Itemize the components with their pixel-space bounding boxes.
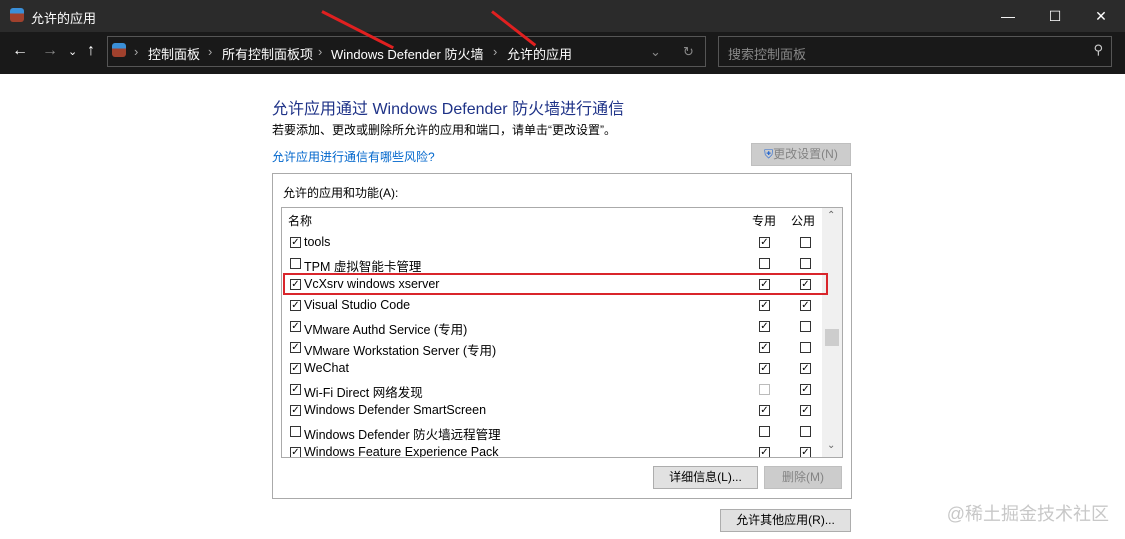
firewall-icon [10, 8, 24, 22]
list-item[interactable]: ✓ Windows Feature Experience Pack ✓ ✓ [282, 442, 822, 458]
page-description: 若要添加、更改或删除所允许的应用和端口，请单击“更改设置”。 [272, 123, 616, 137]
list-item[interactable]: TPM 虚拟智能卡管理 [282, 253, 822, 274]
crumb-all-items[interactable]: 所有控制面板项 [222, 44, 313, 63]
public-checkbox[interactable] [800, 426, 811, 437]
enabled-checkbox[interactable]: ✓ [290, 237, 301, 248]
private-checkbox[interactable] [759, 258, 770, 269]
enabled-checkbox[interactable]: ✓ [290, 321, 301, 332]
address-bar-area: ← → ⌄ ↑ › 控制面板 › 所有控制面板项 › Windows Defen… [0, 32, 1125, 74]
app-name: Windows Feature Experience Pack [304, 445, 499, 458]
back-icon[interactable]: ← [12, 42, 28, 60]
close-button[interactable]: ✕ [1078, 0, 1124, 32]
search-input[interactable]: 搜索控制面板 ⚲ [718, 36, 1112, 67]
list-label: 允许的应用和功能(A): [283, 186, 399, 200]
crumb-control-panel[interactable]: 控制面板 [148, 44, 200, 63]
enabled-checkbox[interactable]: ✓ [290, 363, 301, 374]
recent-chevron-icon[interactable]: ⌄ [68, 45, 77, 58]
app-name: Wi-Fi Direct 网络发现 [304, 386, 423, 400]
page-title: 允许应用通过 Windows Defender 防火墙进行通信 [272, 101, 625, 118]
risk-link[interactable]: 允许应用进行通信有哪些风险? [272, 148, 435, 165]
app-name: Windows Defender SmartScreen [304, 403, 487, 417]
minimize-button[interactable]: — [985, 0, 1031, 32]
app-name: WeChat [304, 361, 349, 375]
public-checkbox[interactable] [800, 258, 811, 269]
private-checkbox[interactable] [759, 384, 770, 395]
details-button[interactable]: 详细信息(L)... [653, 466, 758, 489]
private-checkbox[interactable]: ✓ [759, 405, 770, 416]
public-checkbox[interactable]: ✓ [800, 363, 811, 374]
private-checkbox[interactable]: ✓ [759, 300, 770, 311]
crumb-firewall[interactable]: Windows Defender 防火墙 [331, 44, 483, 63]
enabled-checkbox[interactable] [290, 258, 301, 269]
public-checkbox[interactable]: ✓ [800, 405, 811, 416]
private-checkbox[interactable]: ✓ [759, 363, 770, 374]
list-item[interactable]: ✓ Wi-Fi Direct 网络发现 ✓ [282, 379, 822, 400]
allow-other-app-button[interactable]: 允许其他应用(R)... [720, 509, 851, 532]
dropdown-chevron-icon[interactable]: ⌄ [650, 44, 661, 60]
list-item[interactable]: ✓ WeChat ✓ ✓ [282, 358, 822, 379]
enabled-checkbox[interactable]: ✓ [290, 447, 301, 457]
private-checkbox[interactable]: ✓ [759, 321, 770, 332]
app-name: tools [304, 235, 331, 249]
delete-button[interactable]: 删除(M) [764, 466, 842, 489]
app-name: Windows Defender 防火墙远程管理 [304, 428, 501, 442]
enabled-checkbox[interactable]: ✓ [290, 342, 301, 353]
public-checkbox[interactable] [800, 237, 811, 248]
public-checkbox[interactable]: ✓ [800, 300, 811, 311]
app-name: Visual Studio Code [304, 298, 411, 312]
list-item[interactable]: ✓ Visual Studio Code ✓ ✓ [282, 295, 822, 316]
watermark: @稀土掘金技术社区 [946, 504, 1109, 524]
list-header: 名称 专用 公用 [282, 208, 822, 230]
highlight-box [283, 273, 828, 295]
change-settings-button[interactable]: ⛨更改设置(N) [751, 143, 851, 166]
list-item[interactable]: ✓ VMware Workstation Server (专用) ✓ [282, 337, 822, 358]
public-checkbox[interactable]: ✓ [800, 447, 811, 457]
private-checkbox[interactable] [759, 426, 770, 437]
up-icon[interactable]: ↑ [87, 42, 95, 60]
private-checkbox[interactable]: ✓ [759, 342, 770, 353]
maximize-button[interactable]: ☐ [1032, 0, 1078, 32]
col-private[interactable]: 专用 [752, 212, 776, 229]
title-bar: 允许的应用 — ☐ ✕ [0, 0, 1125, 32]
shield-icon: ⛨ [764, 147, 774, 161]
private-checkbox[interactable]: ✓ [759, 447, 770, 457]
scroll-up-icon[interactable]: ⌃ [827, 210, 835, 221]
public-checkbox[interactable]: ✓ [800, 384, 811, 395]
scroll-thumb[interactable] [825, 329, 839, 346]
breadcrumb[interactable]: › 控制面板 › 所有控制面板项 › Windows Defender 防火墙 … [107, 36, 706, 67]
app-name: VMware Authd Service (专用) [304, 323, 468, 337]
list-item[interactable]: ✓ VMware Authd Service (专用) ✓ [282, 316, 822, 337]
window-title: 允许的应用 [31, 11, 97, 26]
scroll-down-icon[interactable]: ⌄ [827, 440, 835, 451]
list-item[interactable]: ✓ Windows Defender SmartScreen ✓ ✓ [282, 400, 822, 421]
col-name[interactable]: 名称 [288, 212, 312, 229]
enabled-checkbox[interactable]: ✓ [290, 405, 301, 416]
col-public[interactable]: 公用 [791, 212, 815, 229]
public-checkbox[interactable] [800, 321, 811, 332]
scrollbar[interactable]: ⌃ ⌄ [822, 208, 842, 457]
enabled-checkbox[interactable] [290, 426, 301, 437]
app-name: VMware Workstation Server (专用) [304, 344, 497, 358]
public-checkbox[interactable] [800, 342, 811, 353]
enabled-checkbox[interactable]: ✓ [290, 384, 301, 395]
list-item[interactable]: Windows Defender 防火墙远程管理 [282, 421, 822, 442]
control-panel-icon [112, 43, 126, 57]
refresh-icon[interactable]: ↻ [683, 44, 694, 60]
list-item[interactable]: ✓ tools ✓ [282, 232, 822, 253]
search-icon: ⚲ [1093, 42, 1103, 57]
crumb-allowed-apps[interactable]: 允许的应用 [507, 44, 572, 63]
private-checkbox[interactable]: ✓ [759, 237, 770, 248]
forward-icon[interactable]: → [42, 42, 58, 60]
enabled-checkbox[interactable]: ✓ [290, 300, 301, 311]
apps-list[interactable]: 名称 专用 公用 ✓ tools ✓ TPM 虚拟智能卡管理 ✓ VcXsrv windo… [281, 207, 843, 458]
